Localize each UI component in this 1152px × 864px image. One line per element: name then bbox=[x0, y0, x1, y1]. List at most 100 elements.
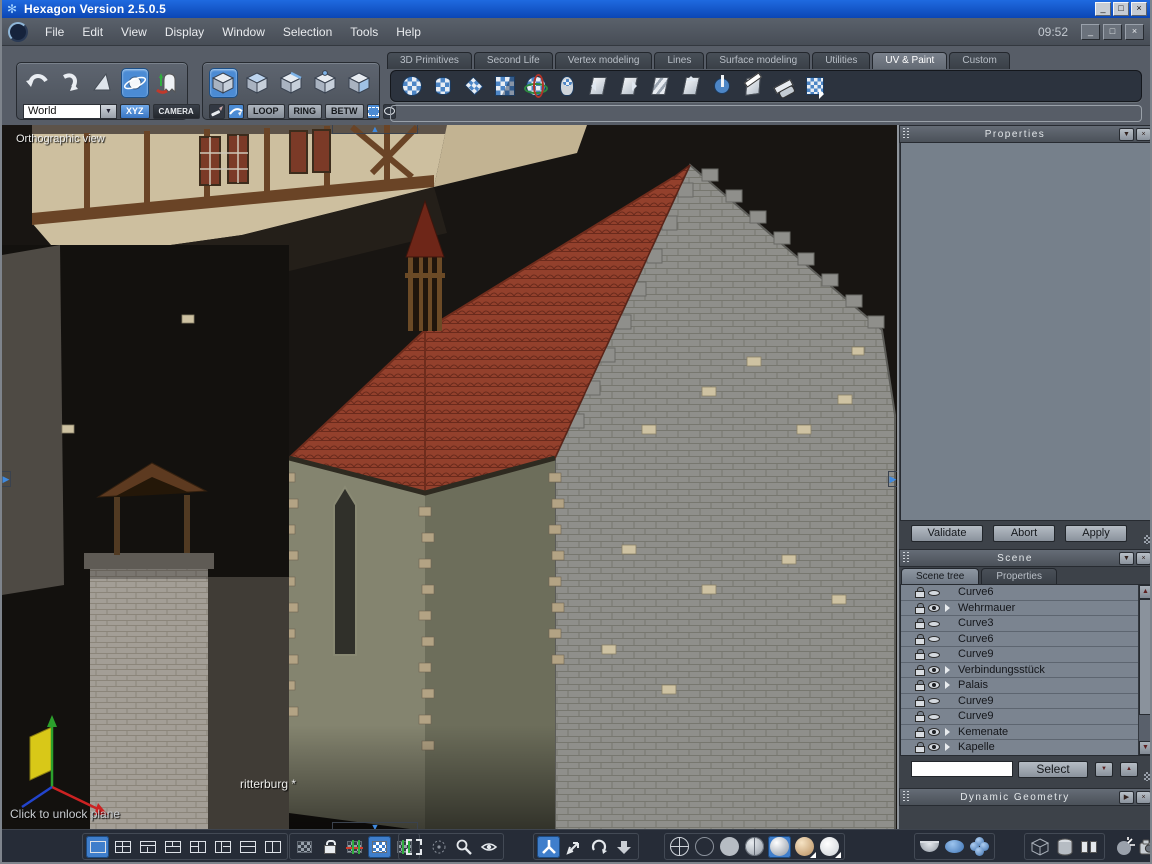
wireframe-hidden-sphere-icon[interactable] bbox=[693, 836, 716, 858]
scene-panel-tab[interactable]: Properties bbox=[981, 568, 1057, 584]
menu-item[interactable]: Edit bbox=[73, 25, 112, 39]
scene-tree-scrollbar[interactable]: ▲ ▼ bbox=[1138, 585, 1150, 755]
move-down-button[interactable]: ▼ bbox=[1095, 761, 1113, 777]
layout-right-wide-button[interactable] bbox=[211, 836, 234, 858]
menu-item[interactable]: Selection bbox=[274, 25, 341, 39]
move-arrows-icon[interactable] bbox=[562, 836, 585, 858]
select-vertex-cube-icon[interactable] bbox=[310, 68, 339, 98]
light-sphere-icon[interactable] bbox=[1113, 836, 1136, 858]
select-button[interactable]: Select bbox=[1018, 760, 1088, 778]
scene-tree-row[interactable]: Curve6 bbox=[901, 632, 1138, 647]
unfold-arrows-icon[interactable] bbox=[678, 73, 704, 99]
scene-tree-row[interactable]: Curve6 bbox=[901, 585, 1138, 601]
xyz-toggle-button[interactable]: XYZ bbox=[120, 103, 150, 119]
visibility-eye-icon[interactable] bbox=[928, 727, 940, 736]
abort-button[interactable]: Abort bbox=[993, 524, 1055, 542]
select-side-cube-icon[interactable] bbox=[344, 68, 373, 98]
panel-expand-button[interactable]: ▶ bbox=[1119, 790, 1134, 804]
expand-arrow-icon[interactable] bbox=[945, 603, 954, 612]
uv-edit-cube-icon[interactable] bbox=[802, 73, 828, 99]
visibility-eye-icon[interactable] bbox=[928, 743, 940, 752]
smooth-shaded-sphere-icon[interactable] bbox=[768, 835, 791, 858]
ghost-manipulator-icon[interactable] bbox=[154, 68, 182, 98]
layout-single-view-button[interactable] bbox=[86, 835, 109, 858]
menu-item[interactable]: View bbox=[112, 25, 156, 39]
wire-shaded-sphere-icon[interactable] bbox=[743, 836, 766, 858]
expand-arrow-icon[interactable] bbox=[945, 743, 954, 752]
pan-target-icon[interactable] bbox=[427, 836, 450, 858]
workspace-minimize-button[interactable]: _ bbox=[1081, 23, 1100, 40]
camera-eye-icon[interactable] bbox=[477, 836, 500, 858]
visibility-eye-icon[interactable] bbox=[928, 681, 940, 690]
lock-icon[interactable] bbox=[915, 695, 925, 707]
dynamic-geometry-header[interactable]: Dynamic Geometry ▶ × bbox=[899, 788, 1150, 806]
layout-top-wide-button[interactable] bbox=[136, 836, 159, 858]
rotate-arrows-icon[interactable] bbox=[587, 836, 610, 858]
grid-toggle-icon[interactable] bbox=[293, 836, 316, 858]
layout-vertical-split-button[interactable] bbox=[261, 836, 284, 858]
close-button[interactable]: × bbox=[1131, 2, 1147, 16]
scroll-up-icon[interactable]: ▲ bbox=[1139, 585, 1150, 599]
visibility-eye-icon[interactable] bbox=[928, 620, 940, 627]
menu-item[interactable]: Tools bbox=[341, 25, 387, 39]
workspace-close-button[interactable]: × bbox=[1125, 23, 1144, 40]
resize-grip-icon[interactable] bbox=[1144, 772, 1150, 781]
rectangle-marquee-icon[interactable] bbox=[366, 103, 380, 119]
scene-tree-row[interactable]: Verbindungsstück bbox=[901, 663, 1138, 678]
select-face-cube-icon[interactable] bbox=[243, 68, 272, 98]
scroll-down-icon[interactable]: ▼ bbox=[1139, 741, 1150, 755]
unfold-star-icon[interactable] bbox=[585, 73, 611, 99]
toolbar-tab[interactable]: Custom bbox=[949, 52, 1010, 69]
camera-toggle-button[interactable]: CAMERA bbox=[152, 103, 200, 119]
scene-tree-row[interactable]: Kapelle bbox=[901, 740, 1138, 755]
viewport-collapse-top-handle[interactable]: ▲ bbox=[332, 125, 418, 134]
drag-handle-icon[interactable] bbox=[903, 128, 911, 140]
maximize-button[interactable]: □ bbox=[1113, 2, 1129, 16]
menu-item[interactable]: Window bbox=[213, 25, 274, 39]
select-object-cube-icon[interactable] bbox=[209, 68, 238, 98]
drag-handle-icon[interactable] bbox=[903, 791, 911, 803]
cylindrical-mapping-icon[interactable] bbox=[430, 73, 456, 99]
scene-search-input[interactable] bbox=[911, 761, 1013, 777]
scene-tree-row[interactable]: Curve3 bbox=[901, 616, 1138, 632]
redo-arrow-icon[interactable] bbox=[56, 68, 84, 98]
chevron-down-icon[interactable]: ▼ bbox=[101, 103, 117, 119]
panel-close-button[interactable]: × bbox=[1136, 551, 1150, 565]
scene-tree-row[interactable]: Curve9 bbox=[901, 694, 1138, 709]
scene-panel-tab[interactable]: Scene tree bbox=[901, 568, 980, 584]
betw-button[interactable]: BETW bbox=[325, 103, 364, 119]
toolbar-tab[interactable]: Utilities bbox=[812, 52, 871, 69]
properties-panel-header[interactable]: Properties ▼ × bbox=[899, 125, 1150, 143]
toolbar-tab[interactable]: Lines bbox=[654, 52, 705, 69]
toolbar-tab[interactable]: 3D Primitives bbox=[387, 52, 472, 69]
unlock-plane-hint[interactable]: Click to unlock plane bbox=[10, 807, 120, 821]
drop-down-arrow-icon[interactable] bbox=[612, 836, 635, 858]
unfold-plane-icon[interactable] bbox=[616, 73, 642, 99]
expand-arrow-icon[interactable] bbox=[945, 665, 954, 674]
layout-bottom-wide-button[interactable] bbox=[161, 836, 184, 858]
paint-select-brush-icon[interactable] bbox=[209, 103, 225, 119]
drag-handle-icon[interactable] bbox=[903, 552, 911, 564]
layout-left-wide-button[interactable] bbox=[186, 836, 209, 858]
viewport-collapse-right-handle[interactable]: ▶ bbox=[888, 471, 897, 487]
toolbar-tab[interactable]: Second Life bbox=[473, 52, 553, 69]
toolbar-tab[interactable]: Vertex modeling bbox=[554, 52, 653, 69]
wireframe-sphere-icon[interactable] bbox=[668, 836, 691, 858]
undo-arrow-icon[interactable] bbox=[23, 68, 51, 98]
scene-tree-row[interactable]: Palais bbox=[901, 678, 1138, 694]
orbit-sphere-tool-icon[interactable] bbox=[120, 68, 149, 98]
visibility-eye-icon[interactable] bbox=[928, 665, 940, 674]
scene-tree-row[interactable]: Curve9 bbox=[901, 647, 1138, 663]
3d-viewport[interactable]: Orthographic view ritterburg * Click to … bbox=[2, 125, 897, 831]
axis-tripod-icon[interactable] bbox=[537, 835, 560, 858]
scene-tree-row[interactable]: Curve9 bbox=[901, 709, 1138, 725]
two-planes-icon[interactable] bbox=[1078, 836, 1101, 858]
lock-icon[interactable] bbox=[915, 633, 925, 645]
panel-collapse-button[interactable]: ▼ bbox=[1119, 127, 1134, 141]
lock-icon[interactable] bbox=[915, 649, 925, 661]
menu-item[interactable]: File bbox=[36, 25, 73, 39]
cone-tool-icon[interactable] bbox=[88, 68, 116, 98]
scrollbar-thumb[interactable] bbox=[1139, 599, 1150, 715]
paint-brush-plane-icon[interactable] bbox=[740, 73, 766, 99]
scene-tree-row[interactable]: Wehrmauer bbox=[901, 601, 1138, 616]
